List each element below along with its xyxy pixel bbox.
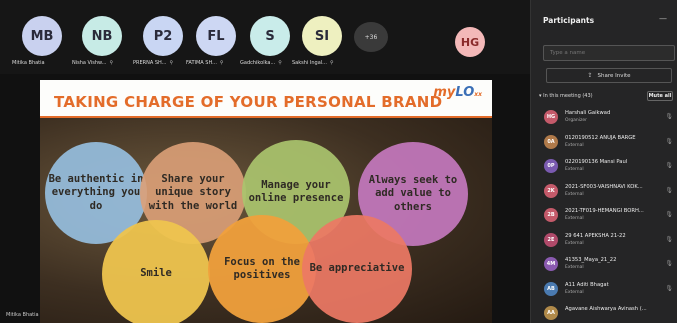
brand-logo: myLOxx (433, 85, 482, 100)
tile-name: Nisha Vishw... ⚲ (72, 60, 114, 66)
presentation-slide: TAKING CHARGE OF YOUR PERSONAL BRAND myL… (40, 80, 492, 323)
participant-role: External (565, 191, 584, 197)
video-tile[interactable]: SI Sakshi Ingal... ⚲ (292, 6, 354, 68)
avatar: SI (302, 16, 342, 56)
minimize-icon[interactable]: — (659, 14, 667, 23)
share-icon: ⇪ (587, 72, 593, 79)
participant-list: HG Harshali Gaikwad Organizer 🎙 0A 01201… (531, 106, 677, 323)
more-participants-button[interactable]: +36 (354, 22, 388, 52)
avatar: 4M (544, 257, 558, 271)
avatar: MB (22, 16, 62, 56)
avatar: 2B (544, 208, 558, 222)
pin-icon: ⚲ (219, 60, 224, 66)
participant-role: External (565, 240, 584, 246)
participant-name: 2021-SF003-VAISHNAVI KOK... (565, 183, 643, 190)
participant-role: External (565, 167, 584, 172)
list-item[interactable]: AA Agavane Aishwarya Avinash (... (531, 302, 677, 323)
participant-search-input[interactable] (543, 45, 675, 61)
list-item[interactable]: 2E 29 641 APEKSHA 21-22 External 🎙 (531, 229, 677, 254)
mute-all-button[interactable]: Mute all (647, 91, 673, 101)
participant-name: 29 641 APEKSHA 21-22 (565, 232, 626, 239)
bubble-appreciative: Be appreciative (302, 215, 412, 323)
participant-role: External (565, 265, 584, 270)
participant-name: A11 Aditi Bhagat (565, 281, 609, 288)
participant-gallery: MB Mitika Bhatia NB Nisha Vishw... ⚲ P2 P… (0, 0, 530, 74)
pin-icon: ⚲ (278, 60, 282, 66)
video-tile[interactable]: MB Mitika Bhatia (12, 6, 74, 68)
participant-name: 0220190136 Mansi Paul (565, 159, 628, 165)
shared-screen: TAKING CHARGE OF YOUR PERSONAL BRAND myL… (0, 74, 530, 323)
self-view-name: Mitika Bhatia (6, 312, 39, 318)
avatar: AB (544, 281, 558, 296)
avatar: 2E (544, 232, 558, 247)
microphone-icon: 🎙 (665, 113, 673, 120)
tile-name: Sakshi Ingal... ⚲ (292, 60, 334, 66)
avatar: 2K (544, 183, 558, 198)
participant-role: External (565, 142, 584, 148)
microphone-icon: 🎙 (665, 235, 673, 243)
participant-name: 0120190512 ANUJA BARGE (565, 134, 636, 141)
pin-icon: ⚲ (329, 60, 334, 66)
microphone-icon: 🎙 (665, 260, 673, 267)
participant-name: 41353_Maya_21_22 (565, 257, 617, 263)
list-item[interactable]: HG Harshali Gaikwad Organizer 🎙 (531, 106, 677, 131)
slide-title: TAKING CHARGE OF YOUR PERSONAL BRAND (54, 93, 443, 111)
in-meeting-section[interactable]: ▾ In this meeting (43) (539, 93, 593, 99)
microphone-icon: 🎙 (665, 284, 673, 292)
bubble-positives: Focus on the positives (208, 215, 316, 323)
avatar: NB (82, 16, 122, 56)
participant-name: 2021-TF019-HEMANGI BORH... (565, 208, 644, 214)
panel-title: Participants (543, 16, 595, 25)
participant-role: External (565, 216, 584, 221)
avatar: P2 (143, 16, 183, 56)
active-speaker-avatar: HG (455, 27, 485, 57)
participant-role: Organizer (565, 118, 588, 123)
list-item[interactable]: 2B 2021-TF019-HEMANGI BORH... External 🎙 (531, 204, 677, 229)
avatar: FL (196, 16, 236, 56)
list-item[interactable]: 0A 0120190512 ANUJA BARGE External 🎙 (531, 131, 677, 156)
pin-icon: ⚲ (169, 60, 174, 66)
microphone-icon: 🎙 (665, 186, 673, 194)
avatar: 0P (544, 159, 558, 173)
participant-name: Harshali Gaikwad (565, 110, 611, 116)
list-item[interactable]: 0P 0220190136 Mansi Paul External 🎙 (531, 155, 677, 180)
video-tile[interactable]: FL FATIMA SH... ⚲ (186, 6, 248, 68)
list-item[interactable]: 2K 2021-SF003-VAISHNAVI KOK... External … (531, 180, 677, 205)
share-invite-button[interactable]: ⇪ Share Invite (546, 68, 672, 83)
meeting-window: MB Mitika Bhatia NB Nisha Vishw... ⚲ P2 P… (0, 0, 677, 323)
list-item[interactable]: AB A11 Aditi Bhagat External 🎙 (531, 278, 677, 303)
title-divider (40, 116, 492, 118)
video-tile[interactable]: NB Nisha Vishw... ⚲ (72, 6, 134, 68)
avatar: S (250, 16, 290, 56)
microphone-icon: 🎙 (665, 162, 673, 169)
microphone-icon: 🎙 (665, 211, 673, 218)
participant-name: Agavane Aishwarya Avinash (... (565, 306, 647, 312)
list-item[interactable]: 4M 41353_Maya_21_22 External 🎙 (531, 253, 677, 278)
pin-icon: ⚲ (109, 60, 114, 66)
microphone-icon: 🎙 (665, 137, 673, 145)
participants-panel: Participants — ⇪ Share Invite ▾ In this … (530, 0, 677, 323)
avatar: 0A (544, 134, 558, 149)
participant-role: External (565, 289, 584, 295)
bubble-smile: Smile (102, 220, 210, 323)
avatar: AA (544, 306, 558, 320)
avatar: HG (544, 110, 558, 124)
